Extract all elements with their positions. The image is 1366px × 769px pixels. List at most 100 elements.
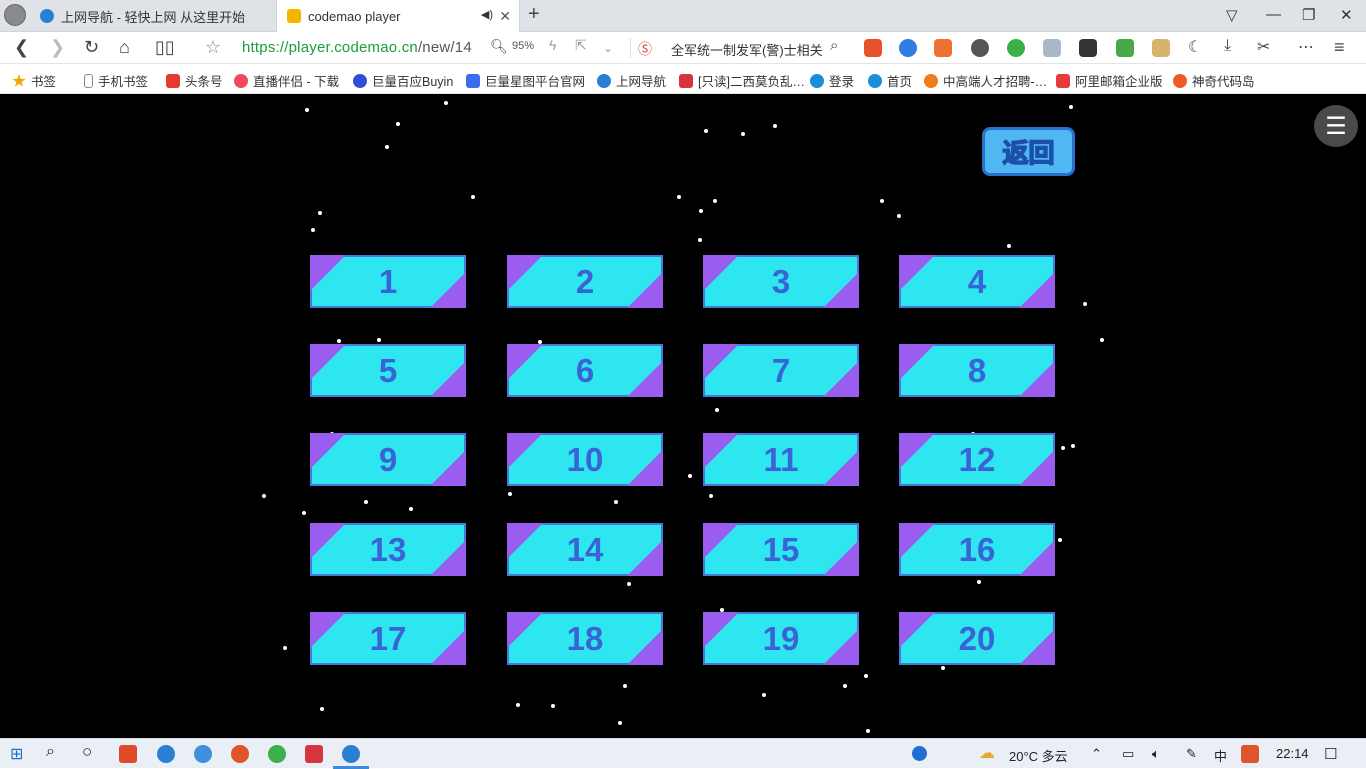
task-view-icon[interactable]: ○ (82, 742, 92, 762)
level-11-button[interactable]: 11 (703, 433, 859, 486)
volume-icon[interactable]: 🔈︎ (1152, 746, 1160, 762)
menu-icon[interactable]: ☰ (1314, 105, 1358, 147)
star-dot (508, 492, 512, 496)
level-2-button[interactable]: 2 (507, 255, 663, 308)
level-1-button[interactable]: 1 (310, 255, 466, 308)
tools-icon[interactable]: ✂ (1257, 37, 1270, 57)
favorite-star-icon[interactable]: ☆ (205, 37, 221, 58)
bookmark-manager-icon[interactable]: ▽ (1226, 6, 1238, 24)
tray-expand-icon[interactable]: ⌃ (1091, 746, 1102, 762)
new-extension-icon[interactable] (1116, 39, 1134, 57)
bookmark-item[interactable]: 直播伴侣 - 下载 (234, 71, 339, 90)
wechat-extension-icon[interactable] (1007, 39, 1025, 57)
back-button[interactable]: 返回 (982, 127, 1075, 176)
clock[interactable]: 22:14 (1276, 746, 1309, 761)
maximize-icon[interactable]: ❐ (1302, 6, 1315, 24)
lightning-icon[interactable]: ϟ (549, 37, 556, 53)
translate-extension-icon[interactable] (934, 39, 952, 57)
weather-text[interactable]: 20°C 多云 (1009, 746, 1068, 765)
level-13-button[interactable]: 13 (310, 523, 466, 576)
close-tab-icon[interactable]: ✕ (499, 8, 511, 25)
close-window-icon[interactable]: ✕ (1340, 6, 1353, 24)
bookmark-item[interactable]: [只读]二西莫负乱… (679, 71, 805, 90)
minimize-icon[interactable]: — (1266, 6, 1281, 23)
bookmark-item[interactable]: 阿里邮箱企业版 (1056, 71, 1163, 90)
qrcode-extension-icon[interactable] (1079, 39, 1097, 57)
star-dot (715, 408, 719, 412)
share-icon[interactable]: ⇱ (575, 37, 587, 54)
download-icon[interactable]: ⤓ (1224, 37, 1231, 55)
star-dot (741, 132, 745, 136)
bookmark-item[interactable]: 上网导航 (597, 71, 666, 90)
reload-icon[interactable]: ↻ (84, 37, 99, 58)
chevron-down-icon[interactable]: ⌄ (603, 41, 613, 55)
windows-start-icon[interactable]: ⊞ (10, 744, 23, 764)
music-icon[interactable] (305, 745, 323, 763)
ime-indicator[interactable]: 中 (1214, 746, 1227, 765)
infinity-extension-icon[interactable] (899, 39, 917, 57)
audio-playing-icon[interactable]: ◀) (481, 8, 493, 21)
level-10-button[interactable]: 10 (507, 433, 663, 486)
image-extension-icon[interactable] (1043, 39, 1061, 57)
bookmark-item[interactable]: 巨量星图平台官网 (466, 71, 585, 90)
address-bar[interactable]: https://player.codemao.cn/new/14 (242, 39, 472, 56)
level-15-button[interactable]: 15 (703, 523, 859, 576)
sogou-ime-icon[interactable] (1241, 745, 1259, 763)
help-icon[interactable] (912, 746, 927, 761)
bookmark-item[interactable]: 中高端人才招聘-… (924, 71, 1047, 90)
search-input[interactable]: 全军统一制发军(警)士相关 (671, 40, 823, 59)
level-18-button[interactable]: 18 (507, 612, 663, 665)
back-icon[interactable]: ❮ (14, 37, 29, 58)
level-20-button[interactable]: 20 (899, 612, 1055, 665)
tab-codemao[interactable]: codemao player ◀) ✕ (276, 0, 520, 32)
star-dot (409, 507, 413, 511)
network-icon[interactable]: ▭ (1122, 746, 1134, 762)
sogou-icon[interactable] (194, 745, 212, 763)
night-mode-icon[interactable]: ☾ (1188, 37, 1202, 57)
star-dot (311, 228, 315, 232)
bookmark-item[interactable]: 首页 (868, 71, 912, 90)
notes-extension-icon[interactable] (1152, 39, 1170, 57)
level-3-button[interactable]: 3 (703, 255, 859, 308)
office-icon[interactable] (119, 745, 137, 763)
bulb-extension-icon[interactable] (971, 39, 989, 57)
browser-icon[interactable] (342, 745, 360, 763)
level-16-button[interactable]: 16 (899, 523, 1055, 576)
level-5-button[interactable]: 5 (310, 344, 466, 397)
new-tab-button[interactable]: + (528, 3, 540, 26)
bookmark-item[interactable]: 书签 (12, 71, 56, 90)
browser-menu-icon[interactable]: ≡ (1334, 37, 1345, 58)
zoom-icon[interactable]: 🔍︎ (490, 38, 508, 55)
tab-navigation[interactable]: 上网导航 - 轻快上网 从这里开始 (30, 0, 274, 32)
level-8-button[interactable]: 8 (899, 344, 1055, 397)
app-icon[interactable] (231, 745, 249, 763)
bookmark-item[interactable]: 巨量百应Buyin (353, 71, 453, 90)
zoom-level[interactable]: 95% (512, 40, 534, 52)
level-number: 11 (763, 440, 799, 478)
search-icon[interactable]: ⌕ (46, 743, 55, 761)
level-7-button[interactable]: 7 (703, 344, 859, 397)
level-9-button[interactable]: 9 (310, 433, 466, 486)
ie-icon[interactable] (157, 745, 175, 763)
notification-icon[interactable]: ☐ (1324, 745, 1337, 763)
bookmark-item[interactable]: 登录 (810, 71, 854, 90)
home-icon[interactable]: ⌂ (119, 37, 130, 58)
pen-icon[interactable]: ✎ (1186, 746, 1197, 762)
avatar[interactable] (4, 4, 26, 26)
search-engine-icon[interactable]: Ⓢ (638, 39, 652, 59)
more-icon[interactable]: ⋯ (1298, 37, 1314, 57)
bookmark-item[interactable]: 神奇代码岛 (1173, 71, 1255, 90)
bookmark-item[interactable]: 头条号 (166, 71, 223, 90)
bookmark-item[interactable]: 手机书签 (84, 71, 148, 90)
level-17-button[interactable]: 17 (310, 612, 466, 665)
wechat-icon[interactable] (268, 745, 286, 763)
forward-icon[interactable]: ❯ (50, 37, 65, 58)
level-14-button[interactable]: 14 (507, 523, 663, 576)
level-4-button[interactable]: 4 (899, 255, 1055, 308)
search-icon[interactable]: ⌕ (830, 37, 838, 54)
level-12-button[interactable]: 12 (899, 433, 1055, 486)
level-6-button[interactable]: 6 (507, 344, 663, 397)
reader-icon[interactable]: ▯▯ (155, 37, 175, 58)
game-extension-icon[interactable] (864, 39, 882, 57)
level-19-button[interactable]: 19 (703, 612, 859, 665)
